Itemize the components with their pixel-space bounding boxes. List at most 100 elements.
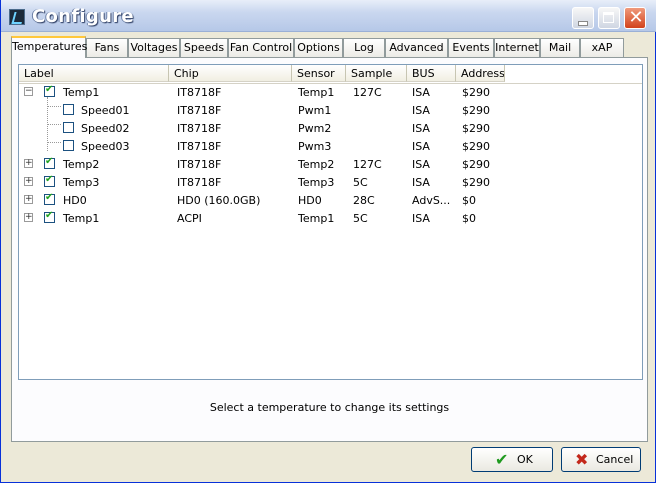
tab-xap[interactable]: xAP (580, 38, 624, 57)
cell-bus: ISA (412, 86, 430, 99)
row-checkbox[interactable] (44, 84, 55, 97)
status-text: Select a temperature to change its setti… (209, 401, 450, 414)
table-row[interactable]: + Temp1 ACPI Temp1 5C ISA $0 (19, 209, 642, 227)
cell-bus: ISA (412, 158, 430, 171)
tab-fans[interactable]: Fans (86, 38, 128, 57)
cell-label: Temp2 (63, 158, 100, 171)
cell-sample: 5C (353, 176, 368, 189)
tab-internet[interactable]: Internet (494, 38, 540, 57)
cell-address: $290 (462, 122, 490, 135)
cell-sample: 127C (353, 158, 382, 171)
expand-icon[interactable]: + (24, 213, 33, 222)
cell-bus: ISA (412, 176, 430, 189)
cell-bus: ISA (412, 140, 430, 153)
tab-events[interactable]: Events (448, 38, 494, 57)
window-title: Configure (32, 6, 134, 27)
cancel-button[interactable]: ✖ Cancel (561, 447, 641, 472)
cell-sample: 127C (353, 86, 382, 99)
ok-button[interactable]: ✔ OK (471, 447, 553, 472)
cell-chip: IT8718F (177, 122, 222, 135)
cell-sample: 5C (353, 212, 368, 225)
cell-sensor: Temp1 (298, 212, 335, 225)
column-header-address[interactable]: Address (456, 65, 505, 82)
cell-bus: ISA (412, 212, 430, 225)
expand-icon[interactable]: + (24, 159, 33, 168)
cancel-label: Cancel (596, 453, 634, 466)
column-header-bus[interactable]: BUS (407, 65, 456, 82)
minimize-button[interactable] (572, 7, 594, 29)
column-header-sensor[interactable]: Sensor (292, 65, 346, 82)
cell-sensor: Temp2 (298, 158, 335, 171)
x-icon: ✖ (575, 450, 589, 469)
minimize-icon (578, 21, 588, 26)
cell-chip: IT8718F (177, 158, 222, 171)
configure-window: Configure ✕ Temperatures Fans Voltages S… (0, 0, 656, 483)
title-bar[interactable]: Configure ✕ (1, 0, 656, 32)
cell-sensor: Temp3 (298, 176, 335, 189)
tab-advanced[interactable]: Advanced (385, 38, 448, 57)
row-checkbox[interactable] (63, 104, 74, 115)
row-checkbox[interactable] (63, 122, 74, 133)
cell-sample: 28C (353, 194, 375, 207)
table-row[interactable]: − Temp1 IT8718F Temp1 127C ISA $290 (19, 83, 642, 101)
tab-options[interactable]: Options (294, 38, 343, 57)
cell-label: Speed02 (81, 122, 130, 135)
row-checkbox[interactable] (44, 192, 55, 205)
cell-sensor: Pwm2 (298, 122, 332, 135)
close-icon: ✕ (628, 7, 644, 28)
maximize-button[interactable] (598, 7, 620, 29)
cell-bus: AdvS... (412, 194, 451, 207)
cell-address: $290 (462, 176, 490, 189)
tab-temperatures[interactable]: Temperatures (11, 36, 87, 58)
table-row[interactable]: Speed01 IT8718F Pwm1 ISA $290 (19, 101, 642, 119)
expand-icon[interactable]: + (24, 195, 33, 204)
checkmark-icon: ✔ (495, 450, 509, 469)
table-row[interactable]: + Temp3 IT8718F Temp3 5C ISA $290 (19, 173, 642, 191)
app-icon (9, 9, 25, 25)
cell-label: Temp1 (63, 86, 100, 99)
ok-label: OK (517, 453, 533, 466)
expand-icon[interactable]: + (24, 177, 33, 186)
table-row[interactable]: Speed03 IT8718F Pwm3 ISA $290 (19, 137, 642, 155)
tab-mail[interactable]: Mail (540, 38, 580, 57)
cell-sensor: Pwm1 (298, 104, 332, 117)
row-checkbox[interactable] (44, 174, 55, 187)
cell-address: $290 (462, 158, 490, 171)
row-checkbox[interactable] (63, 140, 74, 151)
cell-sensor: HD0 (298, 194, 322, 207)
list-header: Label Chip Sensor Sample BUS Address (19, 65, 642, 84)
row-checkbox[interactable] (44, 156, 55, 169)
column-header-sample[interactable]: Sample (346, 65, 407, 82)
cell-label: HD0 (63, 194, 87, 207)
close-button[interactable]: ✕ (624, 7, 646, 29)
collapse-icon[interactable]: − (24, 87, 33, 96)
cell-label: Speed01 (81, 104, 130, 117)
cell-label: Temp3 (63, 176, 100, 189)
column-header-label[interactable]: Label (19, 65, 169, 82)
row-checkbox[interactable] (44, 210, 55, 223)
cell-address: $0 (462, 194, 476, 207)
cell-sensor: Temp1 (298, 86, 335, 99)
cell-address: $290 (462, 104, 490, 117)
table-row[interactable]: + HD0 HD0 (160.0GB) HD0 28C AdvS... $0 (19, 191, 642, 209)
cell-chip: ACPI (177, 212, 202, 225)
tab-log[interactable]: Log (343, 38, 385, 57)
cell-address: $0 (462, 212, 476, 225)
cell-address: $290 (462, 86, 490, 99)
cell-chip: IT8718F (177, 86, 222, 99)
cell-chip: IT8718F (177, 176, 222, 189)
column-header-chip[interactable]: Chip (169, 65, 292, 82)
tab-speeds[interactable]: Speeds (180, 38, 228, 57)
table-row[interactable]: + Temp2 IT8718F Temp2 127C ISA $290 (19, 155, 642, 173)
cell-chip: HD0 (160.0GB) (177, 194, 261, 207)
tab-voltages[interactable]: Voltages (128, 38, 180, 57)
tab-fan-control[interactable]: Fan Control (228, 38, 294, 57)
cell-chip: IT8718F (177, 140, 222, 153)
cell-bus: ISA (412, 104, 430, 117)
cell-label: Temp1 (63, 212, 100, 225)
table-row[interactable]: Speed02 IT8718F Pwm2 ISA $290 (19, 119, 642, 137)
cell-bus: ISA (412, 122, 430, 135)
cell-sensor: Pwm3 (298, 140, 332, 153)
temperature-list[interactable]: Label Chip Sensor Sample BUS Address − T… (18, 64, 643, 380)
maximize-icon (603, 12, 614, 23)
